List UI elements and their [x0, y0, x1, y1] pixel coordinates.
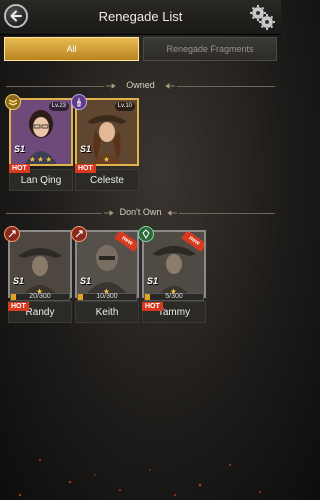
portrait: S1 ★	[8, 230, 72, 298]
tab-all[interactable]: All	[4, 37, 139, 61]
renegade-card-randy[interactable]: S1 ★ 20/300 Randy HOT	[4, 226, 72, 325]
progress-text: 10/300	[96, 293, 118, 300]
level-badge: Lv.10	[114, 102, 135, 111]
renegade-card-celeste[interactable]: Lv.10 S1 ★ Celeste HOT	[71, 94, 139, 193]
filter-tabs: All Renegade Fragments	[4, 37, 277, 61]
dont-own-section-header: Don't Own	[6, 207, 275, 219]
portrait: S1 ★ new	[142, 230, 206, 298]
divider-ornament-icon	[165, 83, 175, 89]
faction-emblem-icon	[71, 226, 87, 242]
renegade-card-keith[interactable]: S1 ★ new 10/300 Keith	[71, 226, 139, 325]
portrait: S1 ★ new	[75, 230, 139, 298]
renegade-card-lan-qing[interactable]: Lv.23 S1 ★★★ Lan Qing HOT	[5, 94, 73, 193]
rank-label: S1	[80, 276, 92, 286]
top-bar: Renegade List	[0, 0, 281, 35]
ember-particles-decoration	[18, 459, 261, 497]
hot-badge: HOT	[75, 164, 96, 173]
rank-chevron-icon	[5, 94, 21, 110]
rank-label: S1	[14, 144, 26, 154]
hot-badge: HOT	[8, 302, 29, 311]
tab-renegade-fragments[interactable]: Renegade Fragments	[143, 37, 277, 61]
settings-gears-icon[interactable]	[249, 4, 275, 30]
hot-badge: HOT	[142, 302, 163, 311]
renegade-name: Celeste	[90, 175, 124, 186]
hot-badge: HOT	[9, 164, 30, 173]
divider-line	[177, 86, 275, 87]
rank-label: S1	[80, 144, 92, 154]
star-rating: ★★★	[28, 155, 54, 164]
owned-section-header: Owned	[6, 80, 275, 92]
faction-emblem-icon	[4, 226, 20, 242]
page-title: Renegade List	[98, 9, 183, 24]
star-rating: ★	[102, 155, 112, 164]
portrait: Lv.23 S1 ★★★	[9, 98, 73, 166]
divider-ornament-icon	[167, 210, 177, 216]
progress-text: 5/300	[165, 293, 183, 300]
faction-emblem-icon	[138, 226, 154, 242]
renegade-name: Keith	[95, 307, 119, 318]
renegade-card-tammy[interactable]: S1 ★ new 5/300 Tammy HOT	[138, 226, 206, 325]
faction-emblem-icon	[71, 94, 87, 110]
rank-label: S1	[147, 276, 159, 286]
owned-label: Owned	[126, 80, 155, 90]
dont-own-label: Don't Own	[119, 207, 162, 217]
renegade-name: Lan Qing	[20, 175, 62, 186]
fragment-progress-bar: 5/300	[144, 293, 204, 301]
portrait: Lv.10 S1 ★	[75, 98, 139, 166]
fragment-progress-bar: 10/300	[77, 293, 137, 301]
fragment-progress-bar: 20/300	[10, 293, 70, 301]
name-plate: Keith	[75, 301, 139, 323]
divider-line	[179, 213, 275, 214]
level-badge: Lv.23	[48, 102, 69, 111]
progress-text: 20/300	[29, 293, 51, 300]
rank-label: S1	[13, 276, 25, 286]
